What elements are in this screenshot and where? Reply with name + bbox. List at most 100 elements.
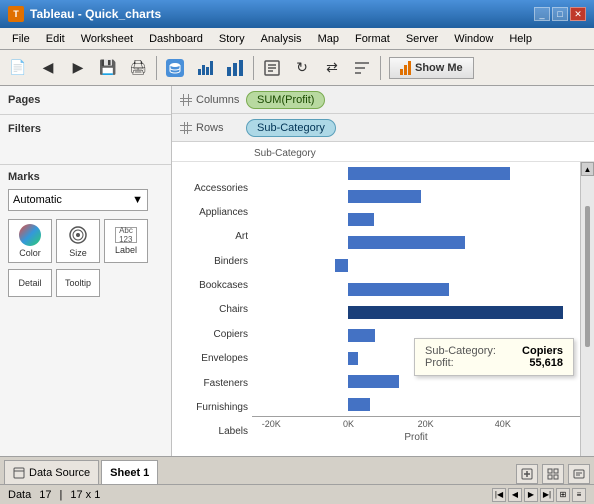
nav-prev[interactable]: ◀: [508, 488, 522, 502]
bar-row: [252, 208, 580, 231]
bar[interactable]: [348, 398, 369, 411]
y-label: Appliances: [172, 200, 252, 224]
bar[interactable]: [335, 259, 348, 272]
y-label: Fasteners: [172, 371, 252, 395]
tooltip-profit-row: Profit: 55,618: [425, 357, 563, 369]
columns-pill[interactable]: SUM(Profit): [246, 91, 325, 109]
bar[interactable]: [348, 283, 449, 296]
menu-format[interactable]: Format: [347, 31, 398, 47]
nav-grid[interactable]: ⊞: [556, 488, 570, 502]
bar-row: [252, 185, 580, 208]
scroll-thumb[interactable]: [585, 206, 590, 347]
size-button[interactable]: Size: [56, 219, 100, 263]
bar[interactable]: [348, 352, 357, 365]
menu-window[interactable]: Window: [446, 31, 501, 47]
scroll-up[interactable]: ▲: [581, 162, 594, 176]
new-dashboard-button[interactable]: [542, 464, 564, 484]
label-label: Label: [115, 245, 137, 255]
chart-scrollbar: ▲ ▼: [580, 162, 594, 456]
new-story-button[interactable]: [568, 464, 590, 484]
toolbar-sort[interactable]: [348, 54, 376, 82]
color-button[interactable]: Color: [8, 219, 52, 263]
sheet1-tab[interactable]: Sheet 1: [101, 460, 158, 484]
bar[interactable]: [348, 375, 398, 388]
data-source-tab[interactable]: Data Source: [4, 460, 99, 484]
tooltip-subcategory-value: Copiers: [522, 345, 563, 357]
new-worksheet-button[interactable]: [516, 464, 538, 484]
filters-title: Filters: [8, 119, 163, 139]
close-button[interactable]: ✕: [570, 7, 586, 21]
minimize-button[interactable]: _: [534, 7, 550, 21]
toolbar-forward[interactable]: ▶: [64, 54, 92, 82]
bar[interactable]: [348, 306, 563, 319]
tooltip-subcategory-label: Sub-Category:: [425, 345, 496, 357]
nav-first[interactable]: |◀: [492, 488, 506, 502]
marks-section: Marks Automatic ▼ Color Size Abc123 Labe…: [0, 165, 171, 303]
marks-type-dropdown[interactable]: Automatic ▼: [8, 189, 148, 211]
tooltip-profit-label: Profit:: [425, 357, 454, 369]
tooltip-profit-value: 55,618: [529, 357, 563, 369]
menu-help[interactable]: Help: [501, 31, 540, 47]
x-ticks: -20K0K20K40K: [252, 416, 580, 432]
show-me-label: Show Me: [415, 62, 463, 74]
viz-area: Sub-Category AccessoriesAppliancesArtBin…: [172, 142, 594, 456]
bar[interactable]: [348, 213, 373, 226]
menu-analysis[interactable]: Analysis: [253, 31, 310, 47]
toolbar-save[interactable]: 💾: [94, 54, 122, 82]
label-button[interactable]: Abc123 Label: [104, 219, 148, 263]
y-label: Copiers: [172, 322, 252, 346]
toolbar-refresh[interactable]: ↻: [288, 54, 316, 82]
subcategory-header: Sub-Category: [172, 146, 594, 162]
status-bar: Data 17 | 17 x 1 |◀ ◀ ▶ ▶| ⊞ ≡: [0, 484, 594, 504]
left-panel: Pages Filters Marks Automatic ▼ Color Si…: [0, 86, 172, 456]
toolbar-datasource[interactable]: [161, 54, 189, 82]
menu-worksheet[interactable]: Worksheet: [73, 31, 141, 47]
status-dimensions: 17 x 1: [70, 489, 100, 501]
menu-dashboard[interactable]: Dashboard: [141, 31, 211, 47]
menu-map[interactable]: Map: [310, 31, 347, 47]
tab-icons: [516, 464, 590, 484]
nav-next[interactable]: ▶: [524, 488, 538, 502]
toolbar-chart2[interactable]: [221, 54, 249, 82]
toolbar-sep1: [156, 56, 157, 80]
toolbar-new[interactable]: 📄: [4, 54, 32, 82]
nav-last[interactable]: ▶|: [540, 488, 554, 502]
status-nav: |◀ ◀ ▶ ▶| ⊞ ≡: [492, 488, 586, 502]
toolbar-chart1[interactable]: [191, 54, 219, 82]
menu-story[interactable]: Story: [211, 31, 253, 47]
toolbar-print[interactable]: 🖨: [124, 54, 152, 82]
menu-edit[interactable]: Edit: [38, 31, 73, 47]
columns-shelf: Columns SUM(Profit): [172, 86, 594, 114]
bar[interactable]: [348, 167, 510, 180]
rows-shelf: Rows Sub-Category: [172, 114, 594, 142]
chart-plot: -20K0K20K40K Profit: [252, 162, 580, 456]
marks-buttons-row2: Detail Tooltip: [8, 269, 163, 297]
title-bar: T Tableau - Quick_charts _ □ ✕: [0, 0, 594, 28]
tooltip-button[interactable]: Tooltip: [56, 269, 100, 297]
rows-pill[interactable]: Sub-Category: [246, 119, 336, 137]
title-text: Tableau - Quick_charts: [30, 7, 161, 21]
menu-file[interactable]: File: [4, 31, 38, 47]
maximize-button[interactable]: □: [552, 7, 568, 21]
bar[interactable]: [348, 190, 421, 203]
show-me-button[interactable]: Show Me: [389, 57, 474, 79]
detail-button[interactable]: Detail: [8, 269, 52, 297]
window-controls: _ □ ✕: [534, 7, 586, 21]
nav-list[interactable]: ≡: [572, 488, 586, 502]
marks-title: Marks: [8, 171, 163, 183]
filters-section: Filters: [0, 115, 171, 165]
toolbar-back[interactable]: ◀: [34, 54, 62, 82]
bar[interactable]: [348, 236, 465, 249]
status-count: 17: [39, 489, 51, 501]
toolbar-pages[interactable]: [258, 54, 286, 82]
x-tick: -20K: [262, 419, 281, 429]
bar[interactable]: [348, 329, 375, 342]
toolbar-sep2: [253, 56, 254, 80]
bar-row: [252, 254, 580, 277]
data-source-tab-label: Data Source: [29, 467, 90, 479]
status-sep: |: [60, 489, 63, 501]
toolbar-swap[interactable]: ⇄: [318, 54, 346, 82]
marks-buttons-row1: Color Size Abc123 Label: [8, 219, 163, 263]
y-label: Chairs: [172, 298, 252, 322]
menu-server[interactable]: Server: [398, 31, 446, 47]
